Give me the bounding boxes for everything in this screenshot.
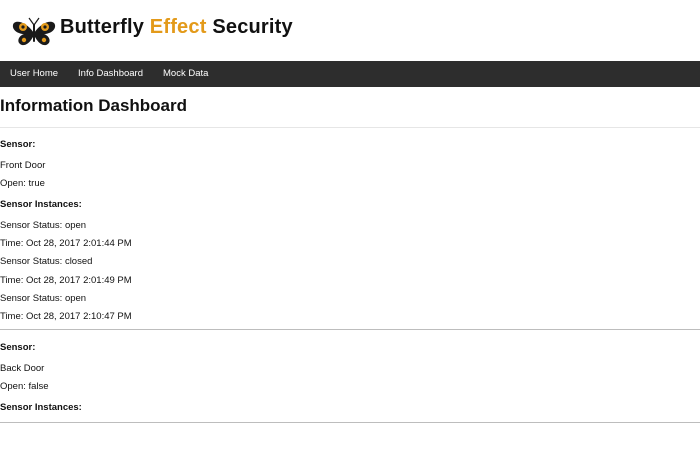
- sensor-instances-label: Sensor Instances:: [0, 402, 82, 413]
- instance-status: Sensor Status: closed: [0, 256, 93, 267]
- instance-time: Time: Oct 28, 2017 2:01:49 PM: [0, 275, 132, 286]
- brand-name[interactable]: Butterfly Effect Security: [60, 16, 293, 39]
- brand-name-accent: Effect: [149, 16, 207, 38]
- page-title: Information Dashboard: [0, 96, 188, 115]
- site-header: Butterfly Effect Security: [0, 0, 700, 61]
- sensor-label: Sensor:: [0, 342, 36, 353]
- sensor-divider: [0, 422, 700, 423]
- sensor-open-state: Open: false: [0, 381, 49, 392]
- brand-name-part2: Security: [206, 16, 293, 38]
- nav-info-dashboard[interactable]: Info Dashboard: [68, 61, 153, 87]
- instance-time: Time: Oct 28, 2017 2:10:47 PM: [0, 311, 132, 322]
- sensor-open-state: Open: true: [0, 178, 45, 189]
- sensor-name: Back Door: [0, 363, 45, 374]
- brand-name-part1: Butterfly: [60, 16, 150, 38]
- sensor-name: Front Door: [0, 160, 46, 171]
- title-divider: [0, 127, 700, 128]
- butterfly-icon[interactable]: [10, 17, 58, 49]
- sensor-divider: [0, 329, 700, 330]
- instance-status: Sensor Status: open: [0, 220, 87, 231]
- main-navbar: User Home Info Dashboard Mock Data: [0, 61, 700, 87]
- sensor-label: Sensor:: [0, 139, 36, 150]
- nav-user-home[interactable]: User Home: [0, 61, 68, 87]
- nav-mock-data[interactable]: Mock Data: [153, 61, 218, 87]
- sensor-instances-label: Sensor Instances:: [0, 199, 82, 210]
- instance-time: Time: Oct 28, 2017 2:01:44 PM: [0, 238, 132, 249]
- instance-status: Sensor Status: open: [0, 293, 87, 304]
